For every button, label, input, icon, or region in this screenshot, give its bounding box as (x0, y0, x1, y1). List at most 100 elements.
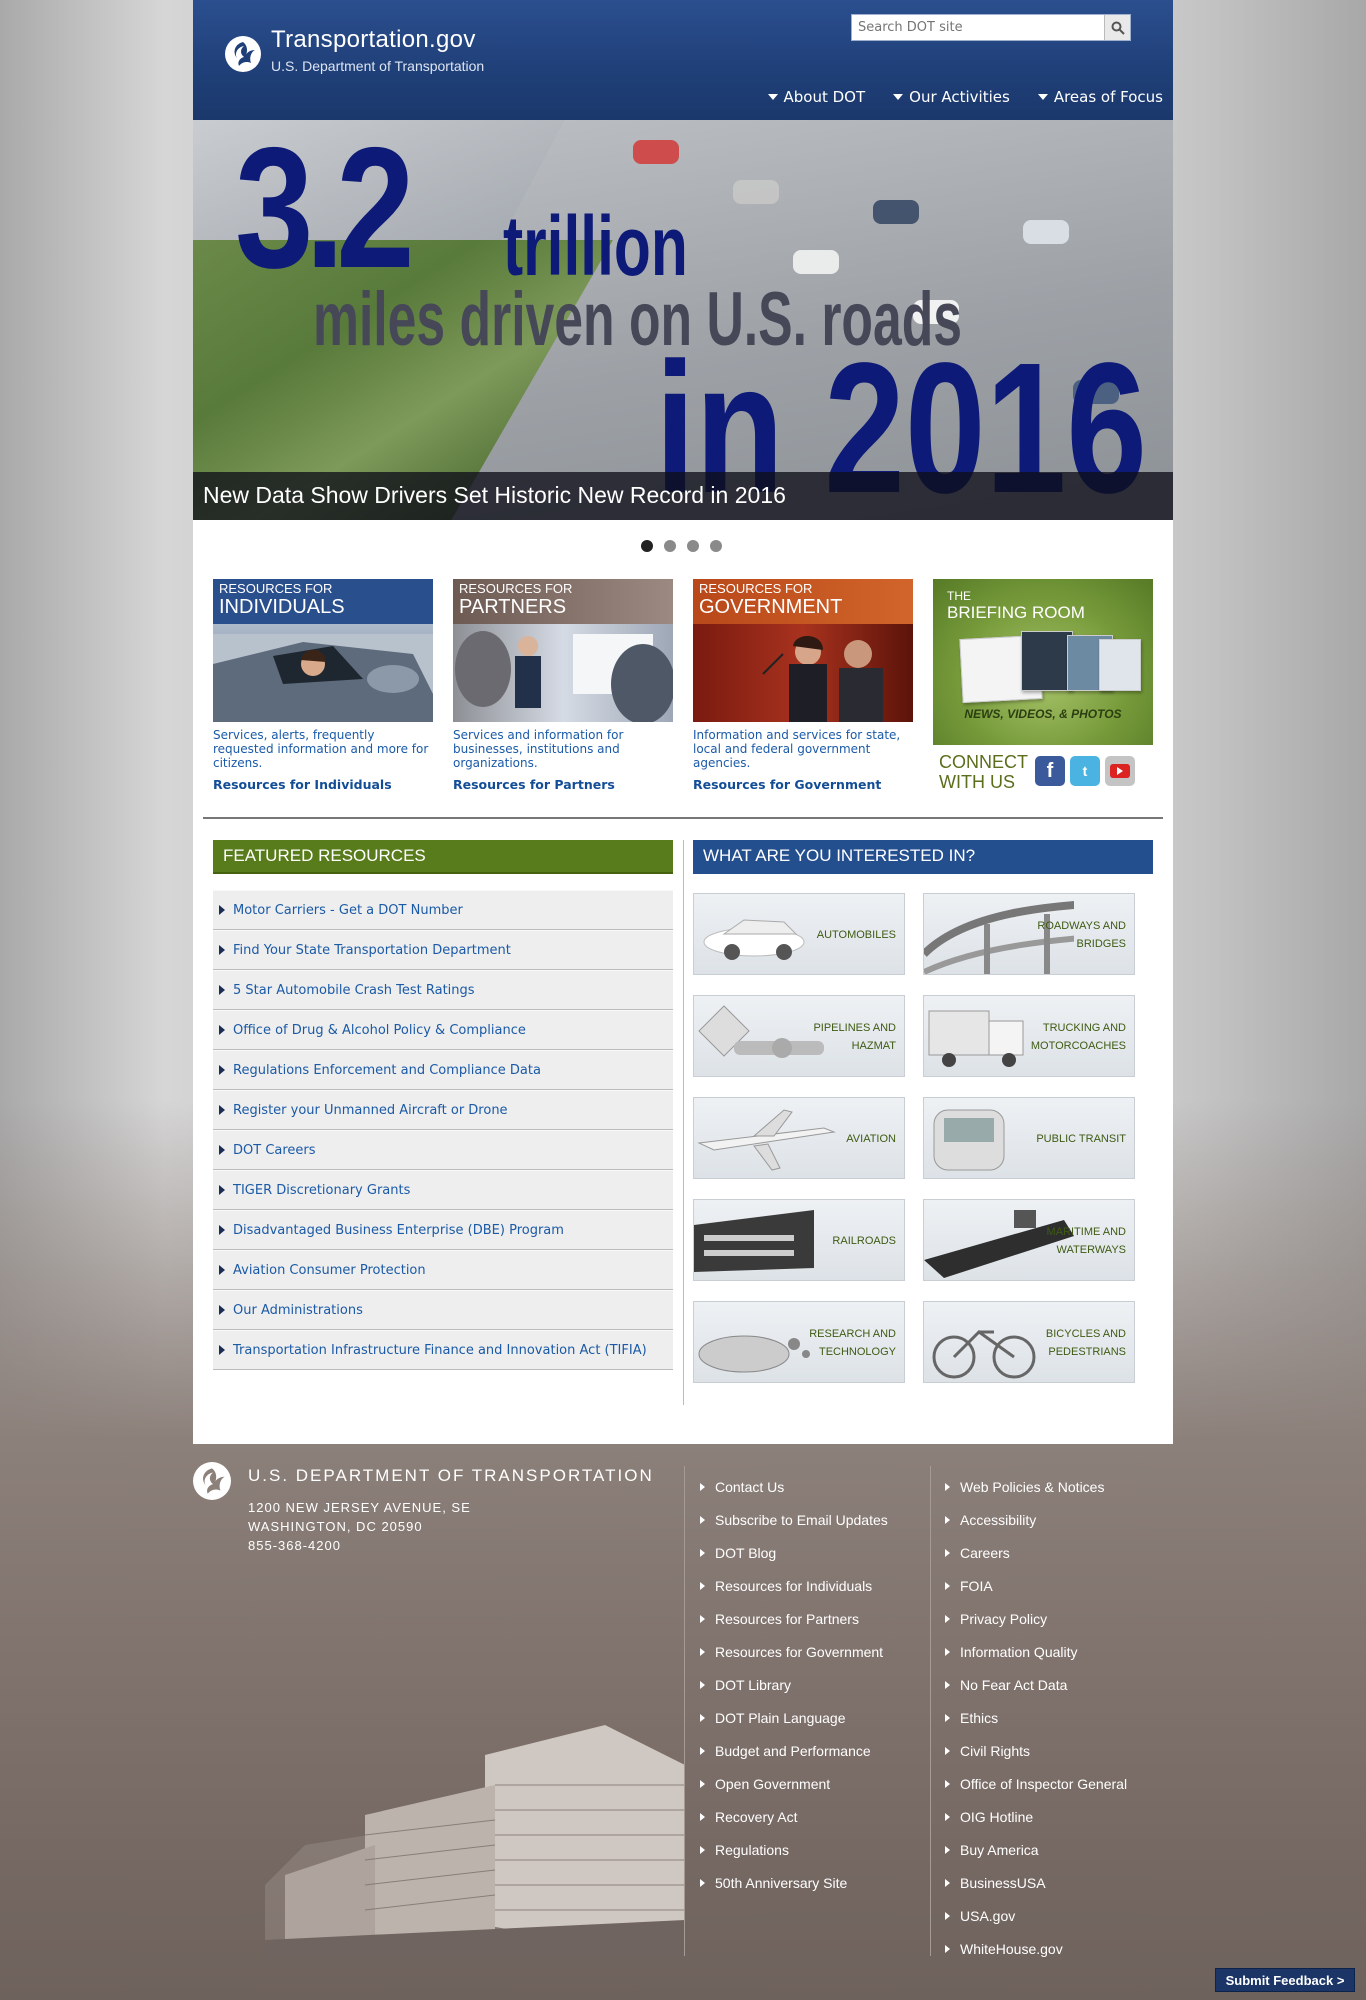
footer-link[interactable]: Recovery Act (700, 1800, 888, 1833)
nav-our-activities[interactable]: Our Activities (893, 88, 1010, 106)
facebook-icon[interactable]: f (1035, 756, 1065, 786)
hero-caption[interactable]: New Data Show Drivers Set Historic New R… (193, 472, 1173, 520)
interest-tile-railroads[interactable]: RAILROADS (693, 1199, 905, 1281)
interest-tile-maritime-and-waterways[interactable]: MARITIME AND WATERWAYS (923, 1199, 1135, 1281)
resource-image-partners[interactable]: RESOURCES FOR PARTNERS (453, 579, 673, 722)
footer-link[interactable]: BusinessUSA (945, 1866, 1127, 1899)
carousel-dot[interactable] (687, 540, 699, 552)
footer-link[interactable]: Subscribe to Email Updates (700, 1503, 888, 1536)
footer-link[interactable]: Careers (945, 1536, 1127, 1569)
arrow-right-icon (700, 1515, 705, 1524)
arrow-right-icon (945, 1779, 950, 1788)
footer-link[interactable]: FOIA (945, 1569, 1127, 1602)
arrow-right-icon (700, 1482, 705, 1491)
featured-resource-link[interactable]: Transportation Infrastructure Finance an… (213, 1330, 673, 1370)
dot-logo-icon[interactable] (225, 36, 261, 72)
featured-resource-link[interactable]: Motor Carriers - Get a DOT Number (213, 890, 673, 930)
arrow-right-icon (700, 1845, 705, 1854)
resource-desc: Services, alerts, frequently requested i… (213, 728, 429, 770)
arrow-right-icon (219, 1225, 225, 1235)
footer-link[interactable]: Privacy Policy (945, 1602, 1127, 1635)
footer-link[interactable]: Resources for Individuals (700, 1569, 888, 1602)
resource-image-individuals[interactable]: RESOURCES FOR INDIVIDUALS (213, 579, 433, 722)
arrow-right-icon (945, 1548, 950, 1557)
arrow-right-icon (945, 1845, 950, 1854)
hero-headline-number: 3.2 (235, 120, 415, 304)
footer-link[interactable]: Ethics (945, 1701, 1127, 1734)
footer-link[interactable]: No Fear Act Data (945, 1668, 1127, 1701)
interest-tile-bicycles-and-pedestrians[interactable]: BICYCLES AND PEDESTRIANS (923, 1301, 1135, 1383)
featured-resource-link[interactable]: Office of Drug & Alcohol Policy & Compli… (213, 1010, 673, 1050)
section-divider (203, 817, 1163, 819)
featured-resource-link[interactable]: Register your Unmanned Aircraft or Drone (213, 1090, 673, 1130)
arrow-right-icon (219, 1185, 225, 1195)
footer-link[interactable]: Accessibility (945, 1503, 1127, 1536)
carousel-dot[interactable] (664, 540, 676, 552)
footer-link[interactable]: OIG Hotline (945, 1800, 1127, 1833)
search-input[interactable] (852, 15, 1100, 40)
arrow-right-icon (945, 1614, 950, 1623)
chevron-down-icon (893, 94, 904, 100)
interest-tile-trucking-and-motorcoaches[interactable]: TRUCKING AND MOTORCOACHES (923, 995, 1135, 1077)
footer-link[interactable]: WhiteHouse.gov (945, 1932, 1127, 1965)
footer-link[interactable]: 50th Anniversary Site (700, 1866, 888, 1899)
nav-areas-of-focus[interactable]: Areas of Focus (1037, 88, 1163, 106)
footer-link[interactable]: Information Quality (945, 1635, 1127, 1668)
footer-link[interactable]: Office of Inspector General (945, 1767, 1127, 1800)
footer-link[interactable]: Buy America (945, 1833, 1127, 1866)
submit-feedback-button[interactable]: Submit Feedback > (1215, 1968, 1355, 1992)
footer-dot-logo-icon[interactable] (193, 1462, 231, 1500)
hero-banner[interactable]: 3.2 trillion miles driven on U.S. roads … (193, 120, 1173, 520)
main-content: RESOURCES FOR INDIVIDUALS Services, aler… (193, 520, 1173, 1444)
footer-link[interactable]: Regulations (700, 1833, 888, 1866)
arrow-right-icon (945, 1812, 950, 1821)
footer-link[interactable]: Budget and Performance (700, 1734, 888, 1767)
featured-resource-link[interactable]: 5 Star Automobile Crash Test Ratings (213, 970, 673, 1010)
interest-tile-roadways-and-bridges[interactable]: ROADWAYS AND BRIDGES (923, 893, 1135, 975)
featured-resource-link[interactable]: DOT Careers (213, 1130, 673, 1170)
resource-image-government[interactable]: RESOURCES FOR GOVERNMENT (693, 579, 913, 722)
resource-link-government[interactable]: Resources for Government (693, 777, 913, 792)
arrow-right-icon (700, 1746, 705, 1755)
featured-resource-link[interactable]: Aviation Consumer Protection (213, 1250, 673, 1290)
briefing-room-banner[interactable]: THE BRIEFING ROOM NEWS, VIDEOS, & PHOTOS (933, 579, 1153, 745)
footer-link[interactable]: DOT Blog (700, 1536, 888, 1569)
arrow-right-icon (219, 1025, 225, 1035)
youtube-icon[interactable] (1105, 756, 1135, 786)
footer-link[interactable]: Open Government (700, 1767, 888, 1800)
resource-link-partners[interactable]: Resources for Partners (453, 777, 673, 792)
resource-card-individuals: RESOURCES FOR INDIVIDUALS Services, aler… (213, 579, 433, 792)
footer-link[interactable]: DOT Library (700, 1668, 888, 1701)
interest-tile-automobiles[interactable]: AUTOMOBILES (693, 893, 905, 975)
interests-header: WHAT ARE YOU INTERESTED IN? (693, 840, 1153, 874)
resource-card-government: RESOURCES FOR GOVERNMENT Information and… (693, 579, 913, 792)
carousel-dot[interactable] (641, 540, 653, 552)
featured-resources-list: Motor Carriers - Get a DOT Number Find Yo… (213, 890, 673, 1370)
arrow-right-icon (219, 1145, 225, 1155)
featured-resource-link[interactable]: Regulations Enforcement and Compliance D… (213, 1050, 673, 1090)
featured-resource-link[interactable]: Our Administrations (213, 1290, 673, 1330)
footer-link[interactable]: Web Policies & Notices (945, 1470, 1127, 1503)
search-button[interactable] (1104, 15, 1130, 40)
interest-tile-public-transit[interactable]: PUBLIC TRANSIT (923, 1097, 1135, 1179)
footer-link[interactable]: USA.gov (945, 1899, 1127, 1932)
carousel-dot[interactable] (710, 540, 722, 552)
featured-resource-link[interactable]: TIGER Discretionary Grants (213, 1170, 673, 1210)
aviation-icon (697, 1109, 836, 1171)
nav-about-dot[interactable]: About DOT (767, 88, 865, 106)
interest-tile-research-and-technology[interactable]: RESEARCH AND TECHNOLOGY (693, 1301, 905, 1383)
footer-link[interactable]: Civil Rights (945, 1734, 1127, 1767)
featured-resource-link[interactable]: Disadvantaged Business Enterprise (DBE) … (213, 1210, 673, 1250)
footer-link[interactable]: Resources for Government (700, 1635, 888, 1668)
interest-tile-pipelines-and-hazmat[interactable]: PIPELINES AND HAZMAT (693, 995, 905, 1077)
arrow-right-icon (945, 1944, 950, 1953)
interest-tile-aviation[interactable]: AVIATION (693, 1097, 905, 1179)
site-title[interactable]: Transportation.gov (271, 26, 476, 54)
footer-link[interactable]: Resources for Partners (700, 1602, 888, 1635)
resource-link-individuals[interactable]: Resources for Individuals (213, 777, 433, 792)
footer-link[interactable]: DOT Plain Language (700, 1701, 888, 1734)
footer-link[interactable]: Contact Us (700, 1470, 888, 1503)
featured-resource-link[interactable]: Find Your State Transportation Departmen… (213, 930, 673, 970)
twitter-icon[interactable]: t (1070, 756, 1100, 786)
arrow-right-icon (219, 985, 225, 995)
